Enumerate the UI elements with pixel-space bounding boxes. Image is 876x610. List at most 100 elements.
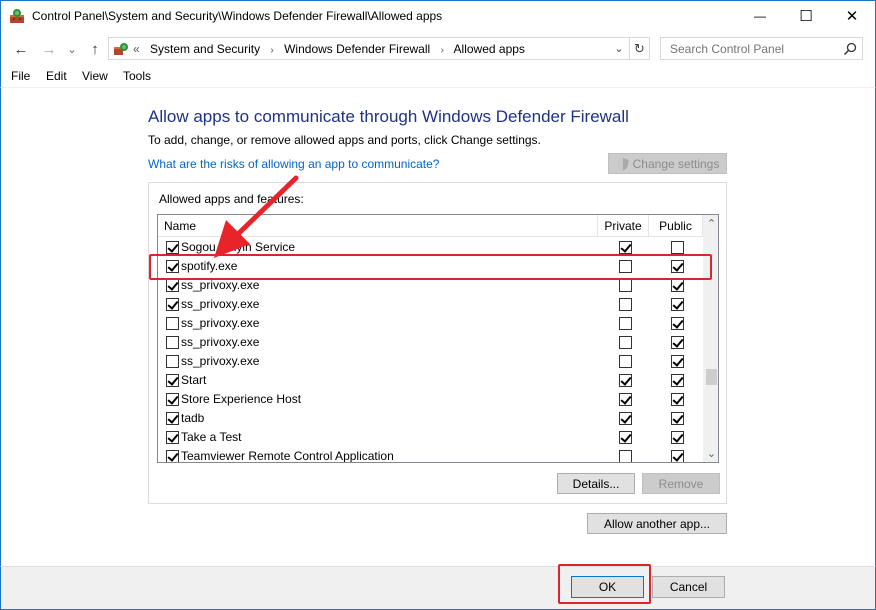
list-item[interactable]: ss_privoxy.exe: [158, 333, 703, 352]
private-checkbox[interactable]: [619, 298, 632, 311]
list-item[interactable]: Start: [158, 371, 703, 390]
minimize-icon: —: [754, 9, 766, 23]
app-enabled-checkbox[interactable]: [166, 241, 179, 254]
private-checkbox[interactable]: [619, 279, 632, 292]
refresh-button[interactable]: ↻: [630, 37, 650, 60]
public-checkbox[interactable]: [671, 241, 684, 254]
public-checkbox[interactable]: [671, 450, 684, 462]
list-item[interactable]: ss_privoxy.exe: [158, 314, 703, 333]
allow-another-app-button[interactable]: Allow another app...: [587, 513, 727, 534]
private-checkbox[interactable]: [619, 450, 632, 462]
app-enabled-checkbox[interactable]: [166, 412, 179, 425]
address-bar[interactable]: « System and Security › Windows Defender…: [108, 37, 630, 60]
list-item[interactable]: spotify.exe: [158, 257, 703, 276]
app-enabled-checkbox[interactable]: [166, 393, 179, 406]
list-item[interactable]: ss_privoxy.exe: [158, 276, 703, 295]
app-enabled-checkbox[interactable]: [166, 450, 179, 462]
column-header-public[interactable]: Public: [649, 215, 703, 237]
chevron-right-icon[interactable]: ›: [441, 45, 444, 56]
remove-button[interactable]: Remove: [642, 473, 720, 494]
close-icon: ✕: [845, 8, 859, 25]
private-checkbox[interactable]: [619, 431, 632, 444]
search-input[interactable]: [661, 38, 841, 59]
public-checkbox[interactable]: [671, 336, 684, 349]
breadcrumb-overflow[interactable]: «: [133, 42, 140, 56]
public-checkbox[interactable]: [671, 412, 684, 425]
app-enabled-checkbox[interactable]: [166, 279, 179, 292]
private-checkbox[interactable]: [619, 374, 632, 387]
public-checkbox[interactable]: [671, 317, 684, 330]
up-button[interactable]: ↑: [85, 39, 105, 59]
search-box[interactable]: [660, 37, 863, 60]
cancel-button[interactable]: Cancel: [652, 576, 725, 598]
app-enabled-checkbox[interactable]: [166, 260, 179, 273]
app-enabled-checkbox[interactable]: [166, 374, 179, 387]
app-name: ss_privoxy.exe: [181, 297, 260, 311]
public-checkbox[interactable]: [671, 260, 684, 273]
list-item[interactable]: ss_privoxy.exe: [158, 352, 703, 371]
address-dropdown-button[interactable]: ⌄: [609, 38, 629, 59]
title-bar: Control Panel\System and Security\Window…: [0, 0, 876, 31]
list-header: Name Private Public: [158, 215, 703, 237]
menu-edit[interactable]: Edit: [46, 69, 67, 83]
app-name: tadb: [181, 411, 205, 425]
list-item[interactable]: Sogou Pinyin Service: [158, 238, 703, 257]
private-checkbox[interactable]: [619, 241, 632, 254]
chevron-right-icon[interactable]: ›: [270, 45, 273, 56]
scroll-down-button[interactable]: ⌄: [703, 445, 718, 462]
forward-button[interactable]: →: [39, 39, 59, 59]
app-enabled-checkbox[interactable]: [166, 431, 179, 444]
scrollbar-thumb[interactable]: [706, 369, 717, 385]
app-name: ss_privoxy.exe: [181, 278, 260, 292]
menu-tools[interactable]: Tools: [123, 69, 151, 83]
app-enabled-checkbox[interactable]: [166, 298, 179, 311]
maximize-button[interactable]: ☐: [783, 1, 829, 31]
list-item[interactable]: Teamviewer Remote Control Application: [158, 447, 703, 463]
private-checkbox[interactable]: [619, 336, 632, 349]
change-settings-button[interactable]: Change settings: [608, 153, 727, 174]
recent-locations-button[interactable]: ⌄: [65, 39, 79, 59]
vertical-scrollbar[interactable]: ⌃ ⌄: [703, 215, 718, 462]
breadcrumb-firewall[interactable]: Windows Defender Firewall: [284, 42, 430, 56]
allowed-apps-label: Allowed apps and features:: [159, 192, 304, 206]
close-button[interactable]: ✕: [829, 1, 875, 31]
column-header-name[interactable]: Name: [158, 215, 598, 237]
maximize-icon: ☐: [799, 8, 813, 25]
list-item[interactable]: Store Experience Host: [158, 390, 703, 409]
public-checkbox[interactable]: [671, 279, 684, 292]
private-checkbox[interactable]: [619, 355, 632, 368]
public-checkbox[interactable]: [671, 355, 684, 368]
public-checkbox[interactable]: [671, 393, 684, 406]
public-checkbox[interactable]: [671, 374, 684, 387]
breadcrumb-allowed-apps[interactable]: Allowed apps: [454, 42, 525, 56]
app-enabled-checkbox[interactable]: [166, 317, 179, 330]
app-enabled-checkbox[interactable]: [166, 355, 179, 368]
app-name: Store Experience Host: [181, 392, 302, 406]
menu-view[interactable]: View: [82, 69, 108, 83]
private-checkbox[interactable]: [619, 393, 632, 406]
details-button[interactable]: Details...: [557, 473, 635, 494]
refresh-icon: ↻: [634, 40, 645, 56]
list-item[interactable]: Take a Test: [158, 428, 703, 447]
menu-file[interactable]: File: [11, 69, 30, 83]
private-checkbox[interactable]: [619, 260, 632, 273]
control-panel-icon: [114, 43, 128, 55]
app-enabled-checkbox[interactable]: [166, 336, 179, 349]
scroll-up-button[interactable]: ⌃: [703, 215, 718, 232]
public-checkbox[interactable]: [671, 431, 684, 444]
allowed-apps-list[interactable]: Name Private Public Sogou Pinyin Service…: [157, 214, 719, 463]
private-checkbox[interactable]: [619, 317, 632, 330]
public-checkbox[interactable]: [671, 298, 684, 311]
column-header-private[interactable]: Private: [598, 215, 649, 237]
uac-shield-icon: [617, 157, 629, 170]
ok-button[interactable]: OK: [571, 576, 644, 598]
back-button[interactable]: ←: [11, 39, 31, 59]
breadcrumb-system-security[interactable]: System and Security: [150, 42, 260, 56]
minimize-button[interactable]: —: [737, 1, 783, 31]
chevron-down-icon: ⌄: [67, 43, 77, 56]
app-name: Teamviewer Remote Control Application: [181, 449, 394, 463]
risks-link[interactable]: What are the risks of allowing an app to…: [148, 157, 439, 171]
list-item[interactable]: tadb: [158, 409, 703, 428]
list-item[interactable]: ss_privoxy.exe: [158, 295, 703, 314]
private-checkbox[interactable]: [619, 412, 632, 425]
